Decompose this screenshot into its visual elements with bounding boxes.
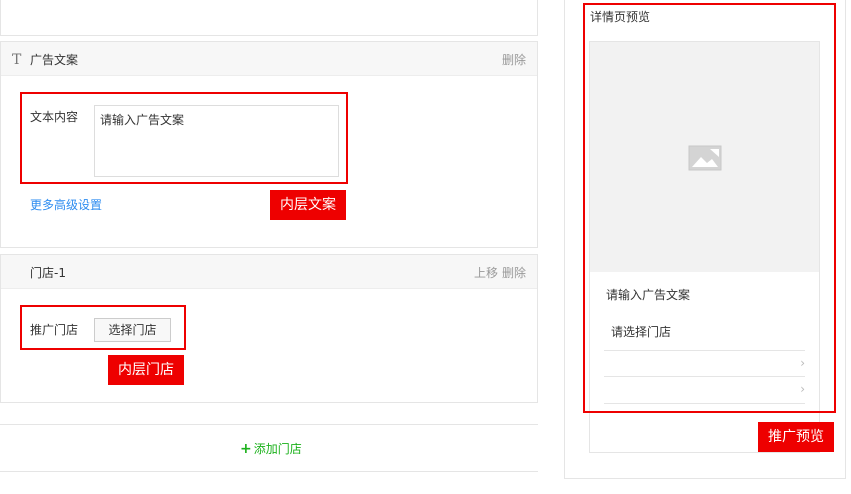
preview-annotation: 推广预览: [758, 422, 834, 452]
preview-ad-text: 请输入广告文案: [606, 288, 691, 302]
preview-store-text: 请选择门店: [611, 325, 672, 339]
store-section-header: 门店-1 上移 删除: [1, 255, 537, 289]
previous-section-panel: [0, 0, 538, 36]
ad-text-section: T 广告文案 删除 文本内容 更多高级设置: [0, 41, 538, 248]
content-label: 文本内容: [30, 110, 79, 124]
ad-delete-button[interactable]: 删除: [502, 53, 526, 67]
preview-divider: [604, 403, 805, 404]
store-section: 门店-1 上移 删除 推广门店 选择门店: [0, 254, 538, 403]
preview-store-row[interactable]: ›: [604, 376, 805, 402]
plus-icon: +: [240, 441, 252, 457]
add-store-bar: + 添加门店: [0, 424, 538, 472]
preview-store-row[interactable]: ›: [604, 350, 805, 376]
preview-title: 详情页预览: [590, 10, 651, 24]
text-icon: T: [12, 52, 22, 68]
chevron-right-icon: ›: [800, 356, 805, 370]
promote-store-label: 推广门店: [30, 323, 79, 337]
ad-text-input[interactable]: [94, 105, 339, 177]
inner-text-annotation: 内层文案: [270, 190, 346, 220]
store-delete-button[interactable]: 删除: [502, 266, 526, 280]
ad-section-title: 广告文案: [30, 53, 79, 67]
chevron-right-icon: ›: [800, 382, 805, 396]
image-placeholder-icon: [688, 145, 722, 171]
store-section-title: 门店-1: [30, 266, 66, 280]
add-store-button[interactable]: + 添加门店: [240, 441, 302, 457]
more-settings-link[interactable]: 更多高级设置: [30, 198, 102, 212]
inner-store-annotation: 内层门店: [108, 355, 184, 385]
move-up-button[interactable]: 上移: [474, 266, 498, 280]
select-store-button[interactable]: 选择门店: [94, 318, 171, 342]
add-store-label: 添加门店: [253, 442, 302, 456]
preview-image-placeholder: [590, 42, 819, 272]
ad-section-header: T 广告文案 删除: [1, 42, 537, 76]
